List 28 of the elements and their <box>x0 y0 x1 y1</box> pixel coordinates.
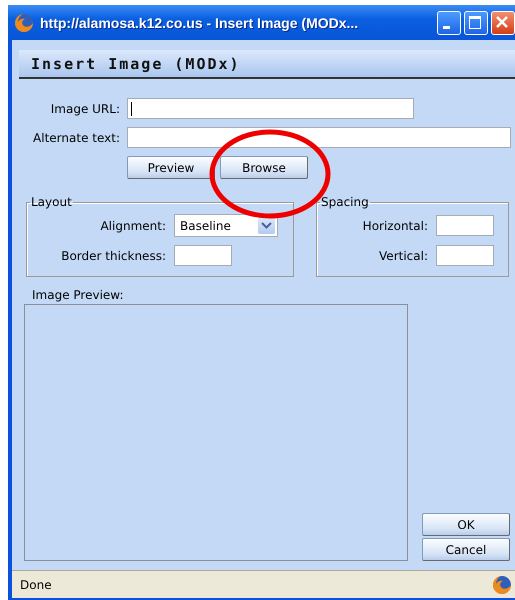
field-label: Horizontal: <box>362 218 428 232</box>
alt-text-field[interactable] <box>127 127 511 148</box>
field-label: Border thickness: <box>60 248 166 262</box>
preview-label: Image Preview: <box>32 288 124 302</box>
alignment-dropdown[interactable]: Baseline <box>174 214 278 237</box>
field-label: Vertical: <box>378 248 428 262</box>
dialog-heading: Insert Image (MODx) <box>31 54 241 72</box>
browser-globe-icon <box>492 574 512 594</box>
url-field[interactable] <box>127 98 414 119</box>
maximize-button[interactable] <box>464 10 488 34</box>
ok-button[interactable]: OK <box>422 513 510 536</box>
window-title: http://alamosa.k12.co.us - Insert Image (MODx... <box>40 14 358 30</box>
browser-globe-icon <box>14 12 34 32</box>
horizontal-spacing-field[interactable] <box>436 215 494 236</box>
border-thickness-field[interactable] <box>174 245 232 266</box>
group-label: Spacing <box>320 195 370 209</box>
close-button[interactable] <box>491 10 515 34</box>
status-text: Done <box>20 578 52 592</box>
field-label: Alignment: <box>99 218 166 232</box>
group-label: Layout <box>30 195 73 209</box>
chevron-down-icon <box>258 217 275 234</box>
field-label: Alternate text: <box>32 130 120 144</box>
field-label: Image URL: <box>50 102 120 116</box>
cancel-button[interactable]: Cancel <box>422 538 510 561</box>
minimize-button[interactable] <box>437 10 461 34</box>
preview-button[interactable]: Preview <box>127 156 215 179</box>
browse-button[interactable]: Browse <box>220 156 308 179</box>
vertical-spacing-field[interactable] <box>436 245 494 266</box>
